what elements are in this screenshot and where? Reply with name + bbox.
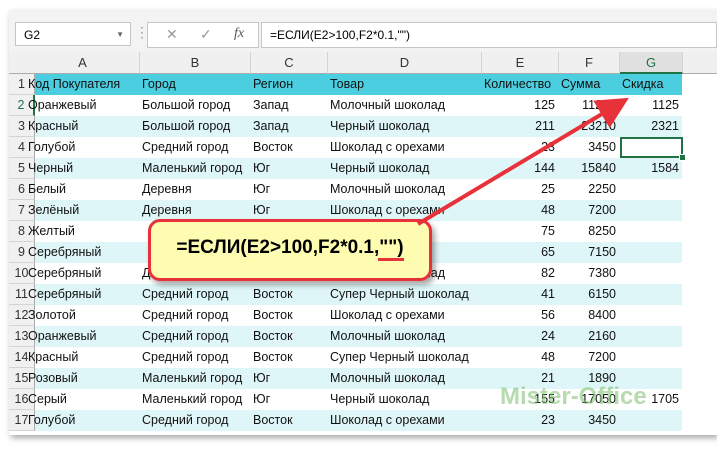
watermark-logo: Mister-Office <box>500 383 647 410</box>
